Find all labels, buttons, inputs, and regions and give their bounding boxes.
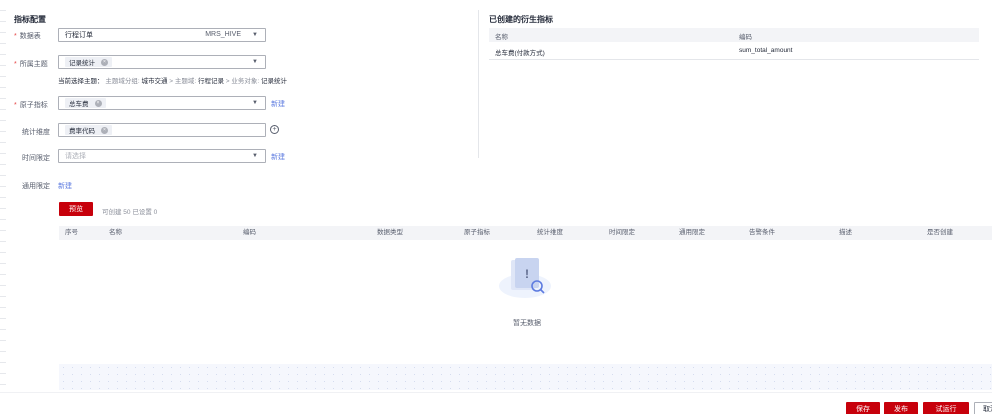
col-atomic: 原子指标	[464, 229, 490, 236]
subject-path-prefix: 当前选择主题：	[58, 78, 104, 85]
col-code: 编码	[243, 229, 256, 236]
footer-bar	[0, 392, 992, 414]
table-row[interactable]: 总车费(付款方式) sum_total_amount	[489, 42, 979, 60]
left-rail-guides	[0, 0, 6, 414]
save-button[interactable]: 保存	[846, 402, 880, 414]
svg-text:!: !	[525, 267, 529, 281]
cancel-button[interactable]: 取消	[974, 402, 992, 414]
chevron-down-icon: ▼	[252, 59, 258, 65]
col-general-limit: 通用限定	[679, 229, 705, 236]
created-col-name: 名称	[495, 34, 508, 41]
close-icon[interactable]: ×	[94, 99, 102, 107]
atomic-new-link[interactable]: 新建	[271, 99, 285, 109]
created-row-code: sum_total_amount	[739, 47, 793, 54]
general-label: 通用限定	[22, 183, 50, 190]
col-data-type: 数据类型	[377, 229, 403, 236]
empty-data-icon: !	[497, 256, 553, 300]
subject-label: * 所属主题	[14, 61, 48, 68]
col-alarm: 告警条件	[749, 229, 775, 236]
chevron-down-icon: ▼	[252, 32, 258, 38]
empty-text: 暂无数据	[513, 320, 541, 327]
count-text: 可创建 50 已设置 0	[102, 209, 158, 216]
trial-run-button[interactable]: 试运行	[923, 402, 969, 414]
close-icon[interactable]: ×	[101, 126, 108, 134]
subject-path-object: 记录统计	[261, 78, 288, 85]
subject-tag-label: 记录统计	[69, 60, 95, 67]
subject-path: 当前选择主题： 主题域分组: 城市交通 > 主题域: 行程记录 > 业务对象: …	[58, 78, 288, 85]
created-title: 已创建的衍生指标	[489, 15, 553, 24]
subject-path-group: 城市交通	[141, 78, 168, 85]
atomic-tag[interactable]: 总车费 ×	[65, 98, 106, 108]
dimension-select[interactable]: 费率代码 ×	[58, 123, 266, 137]
section-divider	[478, 10, 479, 158]
chevron-down-icon: ▼	[252, 100, 258, 106]
time-label: 时间限定	[22, 155, 50, 162]
config-title: 指标配置	[14, 15, 46, 24]
dimension-tag-label: 费率代码	[69, 128, 95, 135]
datatable-value: 行程订单	[65, 32, 93, 39]
col-name: 名称	[109, 229, 122, 236]
chevron-down-icon: ▼	[252, 153, 258, 159]
general-new-link[interactable]: 新建	[58, 181, 72, 191]
indicator-table-header: 序号 名称 编码 数据类型 原子指标 统计维度 时间限定 通用限定 告警条件 描…	[59, 226, 992, 240]
col-time-limit: 时间限定	[609, 229, 635, 236]
created-col-code: 编码	[739, 34, 752, 41]
dimension-label: 统计维度	[22, 129, 50, 136]
subject-select[interactable]: 记录统计 × ▼	[58, 55, 266, 69]
time-new-link[interactable]: 新建	[271, 152, 285, 162]
col-created: 是否创建	[927, 229, 953, 236]
datatable-source-type: MRS_HIVE	[205, 31, 241, 38]
col-dimension: 统计维度	[537, 229, 563, 236]
datatable-label: * 数据表	[14, 33, 41, 40]
table-footer-band	[59, 364, 992, 390]
col-index: 序号	[65, 229, 78, 236]
add-circle-icon[interactable]: +	[270, 125, 279, 134]
atomic-label: * 原子指标	[14, 102, 48, 109]
subject-tag[interactable]: 记录统计 ×	[65, 57, 112, 67]
preview-button[interactable]: 预览	[59, 202, 93, 216]
publish-button[interactable]: 发布	[884, 402, 918, 414]
subject-path-domain: 行程记录	[197, 78, 224, 85]
close-icon[interactable]: ×	[101, 58, 108, 66]
time-select[interactable]: 请选择 ▼	[58, 149, 266, 163]
created-row-name: 总车费(付款方式)	[495, 50, 545, 57]
dimension-tag[interactable]: 费率代码 ×	[65, 125, 112, 135]
created-table-header: 名称 编码	[489, 28, 979, 42]
datatable-select[interactable]: 行程订单 MRS_HIVE ▼	[58, 28, 266, 42]
atomic-select[interactable]: 总车费 × ▼	[58, 96, 266, 110]
atomic-tag-label: 总车费	[69, 101, 89, 108]
time-placeholder: 请选择	[65, 153, 86, 160]
col-description: 描述	[839, 229, 852, 236]
